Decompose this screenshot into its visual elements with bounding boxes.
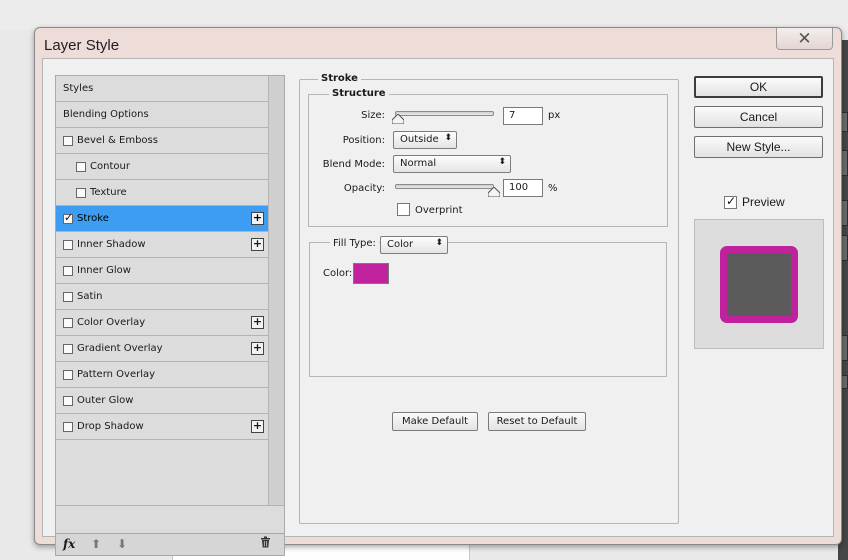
style-item-label: Color Overlay bbox=[77, 317, 146, 328]
style-checkbox[interactable] bbox=[76, 187, 86, 198]
color-label: Color: bbox=[323, 268, 353, 279]
structure-heading: Structure bbox=[329, 88, 389, 99]
add-instance-icon[interactable]: + bbox=[251, 342, 264, 355]
style-checkbox[interactable] bbox=[63, 135, 73, 146]
preview-label: Preview bbox=[742, 195, 785, 209]
move-down-icon[interactable]: ⬇ bbox=[117, 537, 127, 551]
style-item-label: Blending Options bbox=[63, 109, 149, 120]
fill-type-label: Fill Type: bbox=[330, 238, 379, 249]
blend-mode-value: Normal bbox=[400, 158, 437, 169]
style-item-gradient-overlay[interactable]: Gradient Overlay + bbox=[56, 336, 268, 362]
style-checkbox[interactable] bbox=[63, 369, 73, 380]
size-unit: px bbox=[548, 110, 561, 121]
color-swatch[interactable] bbox=[353, 263, 389, 284]
style-item-label: Texture bbox=[90, 187, 127, 198]
size-input[interactable]: 7 bbox=[503, 107, 543, 125]
style-checkbox[interactable] bbox=[63, 211, 73, 224]
dialog-title: Layer Style bbox=[44, 37, 120, 54]
ok-button[interactable]: OK bbox=[694, 76, 823, 98]
style-item-contour[interactable]: Contour bbox=[56, 154, 268, 180]
style-item-label: Inner Glow bbox=[77, 265, 131, 276]
style-item-inner-glow[interactable]: Inner Glow bbox=[56, 258, 268, 284]
style-checkbox[interactable] bbox=[63, 421, 73, 432]
preview-checkbox[interactable] bbox=[724, 194, 737, 209]
opacity-label: Opacity: bbox=[343, 183, 385, 194]
blend-mode-label: Blend Mode: bbox=[322, 159, 385, 170]
preview-thumbnail bbox=[720, 246, 798, 323]
style-checkbox[interactable] bbox=[63, 291, 73, 302]
preview-area bbox=[694, 219, 824, 349]
trash-icon[interactable] bbox=[260, 536, 271, 552]
new-style-button[interactable]: New Style... bbox=[694, 136, 823, 158]
styles-scrollbar[interactable] bbox=[268, 76, 284, 505]
style-item-label: Pattern Overlay bbox=[77, 369, 156, 380]
blend-mode-arrow-icon: ⬍ bbox=[498, 157, 506, 167]
fx-icon[interactable]: fx bbox=[63, 537, 75, 551]
styles-panel: Styles Blending Options Bevel & Emboss Cont… bbox=[55, 75, 285, 556]
size-slider[interactable] bbox=[395, 111, 494, 116]
styles-footer: fx ⬆ ⬇ bbox=[56, 533, 284, 555]
position-value: Outside bbox=[400, 134, 439, 145]
style-item-label: Drop Shadow bbox=[77, 421, 144, 432]
background-app-area bbox=[0, 0, 848, 30]
position-arrow-icon: ⬍ bbox=[444, 133, 452, 143]
style-item-satin[interactable]: Satin bbox=[56, 284, 268, 310]
fill-group: Fill Type: Color ⬍ Color: bbox=[309, 236, 667, 377]
overprint-label: Overprint bbox=[415, 205, 463, 216]
styles-list: Styles Blending Options Bevel & Emboss Cont… bbox=[56, 76, 268, 440]
style-item-inner-shadow[interactable]: Inner Shadow + bbox=[56, 232, 268, 258]
opacity-slider[interactable] bbox=[395, 184, 494, 189]
style-item-label: Styles bbox=[63, 83, 94, 94]
style-item-label: Satin bbox=[77, 291, 103, 302]
style-item-blending-options[interactable]: Blending Options bbox=[56, 102, 268, 128]
style-item-stroke[interactable]: Stroke + bbox=[56, 206, 268, 232]
style-checkbox[interactable] bbox=[63, 395, 73, 406]
close-icon: ✕ bbox=[797, 29, 812, 49]
make-default-button[interactable]: Make Default bbox=[392, 412, 478, 431]
style-item-label: Contour bbox=[90, 161, 130, 172]
style-checkbox[interactable] bbox=[63, 343, 73, 354]
close-button[interactable]: ✕ bbox=[776, 28, 833, 50]
move-up-icon[interactable]: ⬆ bbox=[91, 537, 101, 551]
blend-mode-select[interactable]: Normal ⬍ bbox=[393, 155, 511, 173]
fill-type-value: Color bbox=[387, 239, 414, 250]
fill-type-select[interactable]: Color ⬍ bbox=[380, 236, 448, 254]
position-label: Position: bbox=[342, 135, 385, 146]
style-item-label: Gradient Overlay bbox=[77, 343, 163, 354]
cancel-button[interactable]: Cancel bbox=[694, 106, 823, 128]
structure-group: Structure Size: 7 px Position: Outside ⬍… bbox=[308, 88, 668, 227]
opacity-slider-thumb[interactable] bbox=[488, 187, 500, 197]
style-item-color-overlay[interactable]: Color Overlay + bbox=[56, 310, 268, 336]
style-item-label: Inner Shadow bbox=[77, 239, 146, 250]
style-item-label: Bevel & Emboss bbox=[77, 135, 158, 146]
reset-to-default-button[interactable]: Reset to Default bbox=[488, 412, 586, 431]
stroke-heading: Stroke bbox=[318, 73, 361, 84]
style-item-outer-glow[interactable]: Outer Glow bbox=[56, 388, 268, 414]
size-label: Size: bbox=[361, 110, 385, 121]
overprint-checkbox[interactable] bbox=[397, 203, 410, 216]
add-instance-icon[interactable]: + bbox=[251, 238, 264, 251]
stroke-group: Stroke Structure Size: 7 px Position: Ou… bbox=[299, 73, 679, 524]
style-item-pattern-overlay[interactable]: Pattern Overlay bbox=[56, 362, 268, 388]
layer-style-dialog: Layer Style ✕ Styles Blending Options Beve… bbox=[34, 27, 842, 556]
style-checkbox[interactable] bbox=[76, 161, 86, 172]
style-checkbox[interactable] bbox=[63, 317, 73, 328]
style-checkbox[interactable] bbox=[63, 239, 73, 250]
style-item-styles[interactable]: Styles bbox=[56, 76, 268, 102]
opacity-input[interactable]: 100 bbox=[503, 179, 543, 197]
style-item-drop-shadow[interactable]: Drop Shadow + bbox=[56, 414, 268, 440]
style-item-label: Outer Glow bbox=[77, 395, 134, 406]
add-instance-icon[interactable]: + bbox=[251, 212, 264, 225]
fill-type-arrow-icon: ⬍ bbox=[435, 238, 443, 248]
style-item-bevel-emboss[interactable]: Bevel & Emboss bbox=[56, 128, 268, 154]
size-slider-thumb[interactable] bbox=[391, 114, 404, 124]
style-item-label: Stroke bbox=[77, 213, 109, 224]
add-instance-icon[interactable]: + bbox=[251, 420, 264, 433]
position-select[interactable]: Outside ⬍ bbox=[393, 131, 457, 149]
opacity-unit: % bbox=[548, 183, 558, 194]
style-checkbox[interactable] bbox=[63, 265, 73, 276]
add-instance-icon[interactable]: + bbox=[251, 316, 264, 329]
dialog-client: Styles Blending Options Bevel & Emboss Cont… bbox=[42, 58, 834, 556]
style-item-texture[interactable]: Texture bbox=[56, 180, 268, 206]
